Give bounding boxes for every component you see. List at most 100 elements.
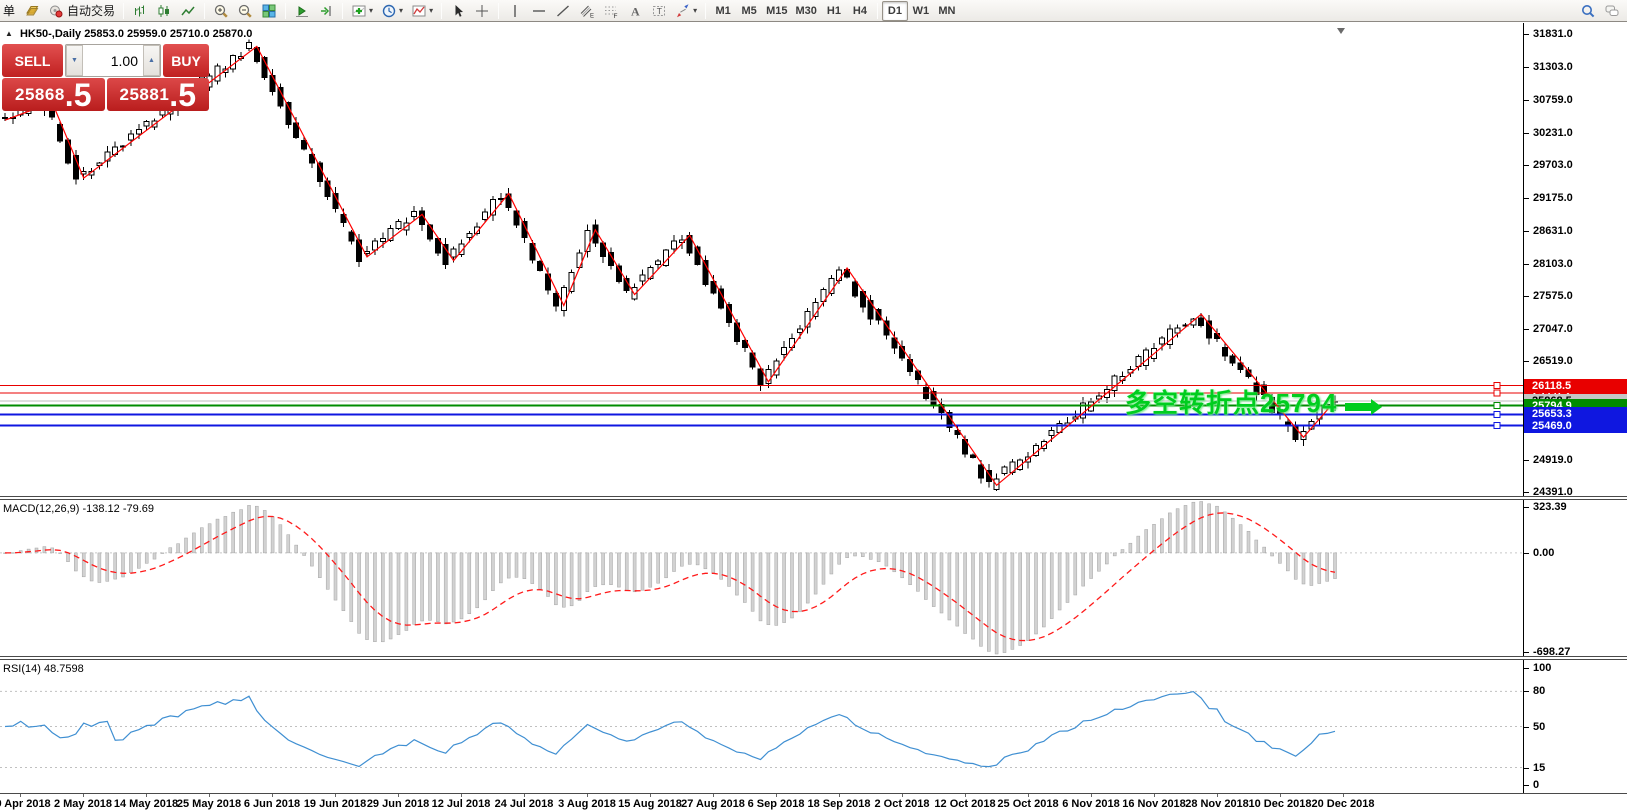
timeframe-M15[interactable]: M15 xyxy=(762,1,791,21)
rsi-tick xyxy=(1524,768,1529,769)
date-label: 3 Aug 2018 xyxy=(558,798,616,810)
price-axis[interactable]: 31831.031303.030759.030231.029703.029175… xyxy=(1523,23,1627,793)
vertical-line-tool[interactable] xyxy=(503,1,527,21)
hline-handle[interactable] xyxy=(1494,411,1500,417)
hline-handle[interactable] xyxy=(1494,383,1500,389)
equidistant-channel-icon: E xyxy=(579,3,595,19)
timeframe-M1[interactable]: M1 xyxy=(710,1,736,21)
bid-price-panel[interactable]: 25868.5 xyxy=(2,78,105,111)
equidistant-channel-tool[interactable]: E xyxy=(575,1,599,21)
text-label-tool[interactable]: T xyxy=(647,1,671,21)
rsi-tick xyxy=(1524,727,1529,728)
zoom-in-button[interactable] xyxy=(209,1,233,21)
macd-pane[interactable]: MACD(12,26,9) -138.12 -79.69 xyxy=(0,500,1523,656)
macd-canvas[interactable] xyxy=(0,500,1523,656)
timeframe-MN[interactable]: MN xyxy=(934,1,960,21)
timeframe-M30[interactable]: M30 xyxy=(792,1,821,21)
rsi-tick-label: 15 xyxy=(1533,762,1545,774)
candlestick-chart-button[interactable] xyxy=(152,1,176,21)
chart-shift-marker xyxy=(1337,28,1345,34)
toolbar-separator xyxy=(285,3,286,19)
periods-button[interactable]: ▾ xyxy=(377,1,407,21)
pane-divider-macd[interactable] xyxy=(0,496,1627,500)
rsi-pane[interactable]: RSI(14) 48.7598 xyxy=(0,660,1523,793)
one-click-trading-panel: SELL ▼ 1.00 ▲ BUY 25868.5 25881.5 xyxy=(2,44,209,111)
price-tick xyxy=(1524,67,1529,68)
dropdown-caret-icon[interactable]: ▾ xyxy=(369,6,373,15)
bar-chart-button[interactable] xyxy=(128,1,152,21)
line-chart-button[interactable] xyxy=(176,1,200,21)
order-book-button[interactable] xyxy=(20,1,44,21)
toolbar-separator xyxy=(705,3,706,19)
chat-button[interactable] xyxy=(1600,1,1624,21)
hline-handle[interactable] xyxy=(1494,423,1500,429)
auto-scroll-button[interactable] xyxy=(290,1,314,21)
pane-divider-rsi[interactable] xyxy=(0,656,1627,660)
macd-label: MACD(12,26,9) -138.12 -79.69 xyxy=(3,503,154,515)
hline-handle[interactable] xyxy=(1494,403,1500,409)
rsi-canvas[interactable] xyxy=(0,660,1523,793)
templates-button[interactable]: ▾ xyxy=(407,1,437,21)
volume-increase-button[interactable]: ▲ xyxy=(143,45,160,76)
bid-price-fraction: .5 xyxy=(65,80,92,110)
tile-windows-button[interactable] xyxy=(257,1,281,21)
search-button[interactable] xyxy=(1576,1,1600,21)
autotrade-button[interactable]: 自动交易 xyxy=(44,1,119,21)
toolbar-separator xyxy=(441,3,442,19)
horizontal-line-tool[interactable] xyxy=(527,1,551,21)
timeframe-H1[interactable]: H1 xyxy=(821,1,847,21)
timeframe-M5[interactable]: M5 xyxy=(736,1,762,21)
candlestick-chart-icon xyxy=(156,3,172,19)
price-tick xyxy=(1524,198,1529,199)
macd-tick xyxy=(1524,507,1529,508)
ask-price-panel[interactable]: 25881.5 xyxy=(107,78,210,111)
cursor-icon xyxy=(450,3,466,19)
price-tick-label: 29175.0 xyxy=(1533,192,1573,204)
crosshair-tool[interactable] xyxy=(470,1,494,21)
arrows-tool[interactable]: ▾ xyxy=(671,1,701,21)
macd-tick-label: 0.00 xyxy=(1533,547,1554,559)
text-tool[interactable]: A xyxy=(623,1,647,21)
price-tick xyxy=(1524,329,1529,330)
price-tick-label: 28103.0 xyxy=(1533,258,1573,270)
volume-input[interactable]: 1.00 xyxy=(83,45,143,76)
sell-button[interactable]: SELL xyxy=(2,44,63,77)
search-icon xyxy=(1580,3,1596,19)
timeframe-H4[interactable]: H4 xyxy=(847,1,873,21)
order-book-icon xyxy=(24,3,40,19)
rsi-tick xyxy=(1524,785,1529,786)
main-chart-canvas[interactable] xyxy=(0,23,1523,496)
indicators-button[interactable]: ▾ xyxy=(347,1,377,21)
buy-button[interactable]: BUY xyxy=(163,44,209,77)
one-click-toggle-icon[interactable]: ▲ xyxy=(5,29,13,38)
cursor-tool[interactable] xyxy=(446,1,470,21)
timeframe-W1[interactable]: W1 xyxy=(908,1,934,21)
rsi-tick-label: 50 xyxy=(1533,721,1545,733)
volume-decrease-button[interactable]: ▼ xyxy=(66,45,83,76)
time-axis[interactable]: 19 Apr 20182 May 201814 May 201825 May 2… xyxy=(0,794,1627,810)
chart-shift-button[interactable] xyxy=(314,1,338,21)
chat-icon xyxy=(1604,3,1620,19)
zoom-out-button[interactable] xyxy=(233,1,257,21)
chart-annotation[interactable]: 多空转折点25794 xyxy=(1125,383,1382,421)
toolbar-separator xyxy=(877,3,878,19)
main-chart-pane[interactable]: ▲ HK50-,Daily 25853.0 25959.0 25710.0 25… xyxy=(0,23,1523,496)
dropdown-caret-icon[interactable]: ▾ xyxy=(693,6,697,15)
date-label: 25 Oct 2018 xyxy=(997,798,1058,810)
price-tick xyxy=(1524,165,1529,166)
fibonacci-tool[interactable]: F xyxy=(599,1,623,21)
dropdown-caret-icon[interactable]: ▾ xyxy=(399,6,403,15)
annotation-arrow-icon xyxy=(1345,390,1382,421)
dropdown-caret-icon[interactable]: ▾ xyxy=(429,6,433,15)
timeframe-D1[interactable]: D1 xyxy=(882,1,908,21)
hline-handle[interactable] xyxy=(1494,390,1500,396)
rsi-tick-label: 100 xyxy=(1533,662,1551,674)
price-tick-label: 29703.0 xyxy=(1533,159,1573,171)
autotrade-button-label: 自动交易 xyxy=(67,2,115,19)
toolbar: 单自动交易▾▾▾EFAT▾M1M5M15M30H1H4D1W1MN xyxy=(0,0,1627,22)
text-label-icon: T xyxy=(651,3,667,19)
date-label: 12 Jul 2018 xyxy=(432,798,491,810)
price-tick-label: 31303.0 xyxy=(1533,61,1573,73)
trendline-tool[interactable] xyxy=(551,1,575,21)
price-tick xyxy=(1524,361,1529,362)
